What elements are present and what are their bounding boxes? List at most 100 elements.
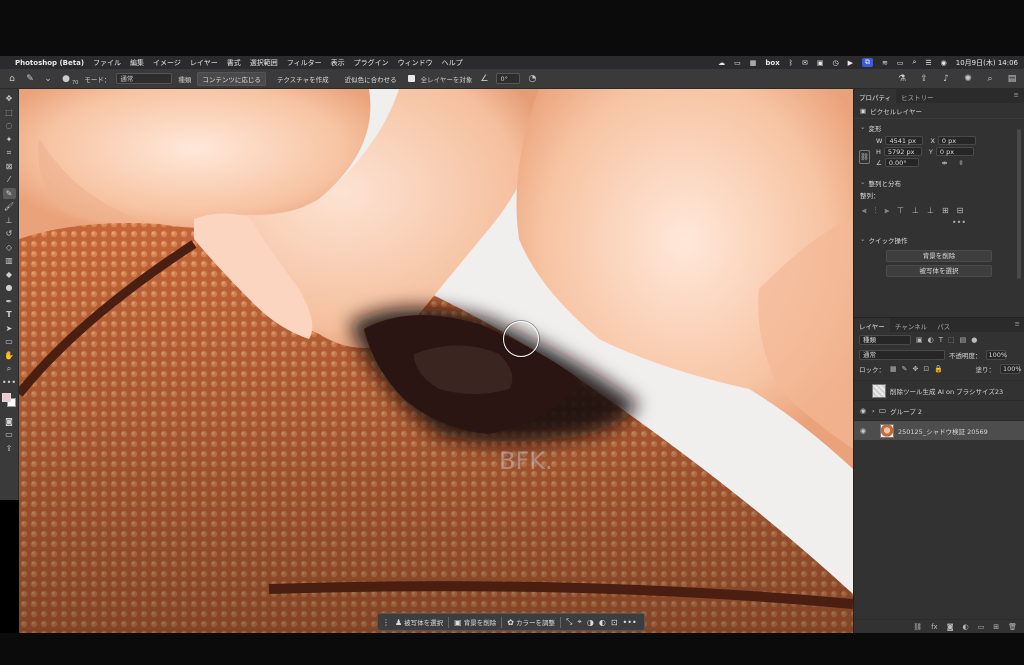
crop-tool-icon[interactable]: ⌗	[3, 147, 16, 158]
fx-icon[interactable]: fx	[931, 623, 938, 631]
flask-icon[interactable]: ⚗	[896, 73, 908, 85]
lock-transparency-icon[interactable]: ▦	[890, 365, 897, 373]
screen-mode-icon[interactable]: ▭	[3, 429, 16, 440]
content-aware-button[interactable]: コンテンツに応じる	[197, 71, 266, 86]
foreground-color-swatch[interactable]	[2, 393, 11, 402]
gradient-tool-icon[interactable]: ▥	[3, 255, 16, 266]
fill-field[interactable]: 100%	[1000, 364, 1022, 374]
chevron-right-icon[interactable]: ›	[872, 407, 875, 415]
align-center-h-icon[interactable]: ⫶	[875, 206, 877, 216]
document-canvas[interactable]: BFK.	[19, 89, 853, 633]
pressure-size-icon[interactable]: ◔	[526, 73, 538, 85]
chevron-down-icon[interactable]: ⌄	[42, 73, 54, 85]
workspace-icon[interactable]: ▤	[1006, 73, 1018, 85]
filter-adjust-icon[interactable]: ◐	[928, 336, 934, 344]
menu-edit[interactable]: 編集	[130, 58, 144, 68]
lock-artboard-icon[interactable]: ⊡	[923, 365, 929, 373]
quick-actions-section[interactable]: ⌄ クイック操作	[854, 231, 1024, 247]
sample-all-layers-checkbox[interactable]	[407, 75, 415, 82]
menu-layer[interactable]: レイヤー	[190, 58, 218, 68]
link-dimensions-icon[interactable]: ⛓	[859, 150, 870, 164]
screen-icon[interactable]: ▭	[734, 59, 741, 67]
type-tool-icon[interactable]: T	[3, 309, 16, 320]
eye-icon[interactable]: ◉	[858, 407, 868, 415]
layer-row[interactable]: 削除ツール生成 AI on ブラシサイズ23	[854, 380, 1024, 400]
creative-cloud-icon[interactable]: ☁	[718, 59, 725, 67]
pen-tool-icon[interactable]: ✒	[3, 296, 16, 307]
angle-field[interactable]: 0°	[496, 73, 521, 84]
lock-icon[interactable]: ⊡	[611, 618, 618, 627]
siri-icon[interactable]: ◉	[941, 59, 947, 67]
battery-icon[interactable]: ▭	[897, 59, 904, 67]
transform-icon[interactable]: ⤡	[566, 617, 572, 627]
panel-menu-icon[interactable]: ≡	[1009, 89, 1024, 103]
menu-help[interactable]: ヘルプ	[442, 58, 463, 68]
lock-all-icon[interactable]: 🔒	[934, 365, 943, 373]
adjustment-layer-icon[interactable]: ◐	[599, 618, 606, 627]
tab-paths[interactable]: パス	[932, 318, 955, 332]
path-selection-tool-icon[interactable]: ➤	[3, 323, 16, 334]
lock-position-icon[interactable]: ✥	[913, 365, 919, 373]
brush-preset-icon[interactable]: ●	[60, 73, 72, 85]
share-icon[interactable]: ⇪	[918, 73, 930, 85]
control-center-icon[interactable]: ☰	[925, 59, 931, 67]
distribute-icon[interactable]: ⊞	[942, 206, 949, 216]
lasso-tool-icon[interactable]: ◌	[3, 120, 16, 131]
search-icon[interactable]: ⌕	[984, 73, 996, 85]
color-adjust-button[interactable]: ✿ カラーを調整	[507, 617, 555, 628]
layer-row[interactable]: ◉ 250125_シャドウ検証 20569	[854, 420, 1024, 440]
mode-select[interactable]: 通常	[116, 73, 173, 84]
remove-background-button[interactable]: 背景を削除	[886, 250, 992, 262]
menu-select[interactable]: 選択範囲	[250, 58, 278, 68]
y-field[interactable]: 0 px	[935, 147, 974, 156]
filter-shape-icon[interactable]: ⬚	[948, 336, 955, 344]
tab-properties[interactable]: プロパティ	[854, 89, 897, 103]
spot-healing-tool-icon[interactable]: ✎	[2, 187, 16, 199]
remove-background-button[interactable]: ▣ 背景を削除	[454, 617, 496, 628]
drag-handle-icon[interactable]: ⋮	[382, 618, 390, 627]
align-section[interactable]: ⌄ 整列と分布	[854, 174, 1024, 190]
grid-icon[interactable]: ▦	[750, 59, 757, 67]
quick-mask-icon[interactable]: ◙	[3, 416, 16, 427]
warp-icon[interactable]: ⌖	[577, 617, 582, 627]
dodge-tool-icon[interactable]: ●	[3, 282, 16, 293]
flip-horizontal-icon[interactable]: ⇹	[942, 159, 947, 167]
eyedropper-tool-icon[interactable]: ⁄	[3, 174, 16, 185]
mail-icon[interactable]: ✉	[802, 59, 808, 67]
align-more[interactable]: •••	[854, 218, 1024, 227]
search-icon[interactable]: ⌕	[912, 58, 916, 67]
delete-layer-icon[interactable]: 🗑	[1008, 623, 1017, 631]
lock-pixels-icon[interactable]: ✎	[902, 365, 908, 373]
link-layers-icon[interactable]: ⛓	[913, 623, 922, 631]
align-top-icon[interactable]: ⊤	[897, 206, 904, 216]
bluetooth-icon[interactable]: ᛒ	[789, 59, 793, 67]
bell-icon[interactable]: ♪	[940, 73, 952, 85]
box-status-label[interactable]: box	[765, 59, 779, 67]
filter-toggle-icon[interactable]: ●	[971, 336, 977, 344]
eye-icon[interactable]: ◉	[858, 427, 868, 435]
create-texture-button[interactable]: テクスチャを作成	[271, 71, 334, 86]
panel-menu-icon[interactable]: ≡	[1010, 318, 1024, 332]
brush-tool-icon[interactable]: 🖌	[3, 201, 16, 212]
x-field[interactable]: 0 px	[937, 136, 976, 145]
filter-smart-icon[interactable]: ▤	[960, 336, 967, 344]
share-for-review-icon[interactable]: ⇪	[3, 443, 16, 454]
layer-kind-filter[interactable]: 種類	[859, 335, 911, 345]
more-icon[interactable]: •••	[623, 618, 637, 627]
menu-window[interactable]: ウィンドウ	[398, 58, 433, 68]
photo-icon[interactable]: ▣	[817, 59, 824, 67]
tab-layers[interactable]: レイヤー	[854, 318, 890, 332]
more-tools-icon[interactable]: •••	[2, 377, 16, 388]
stamp-tool-icon[interactable]: ⊥	[3, 215, 16, 226]
screen-mirror-icon[interactable]: ⧉	[861, 58, 873, 67]
marquee-tool-icon[interactable]: ⬚	[3, 107, 16, 118]
angle-field[interactable]: 0.00°	[884, 158, 919, 167]
hand-tool-icon[interactable]: ✋	[3, 350, 16, 361]
align-bottom-icon[interactable]: ⊥	[927, 206, 934, 216]
menu-type[interactable]: 書式	[227, 58, 241, 68]
width-field[interactable]: 4541 px	[885, 136, 924, 145]
menu-file[interactable]: ファイル	[93, 58, 121, 68]
home-icon[interactable]: ⌂	[6, 73, 18, 85]
align-middle-icon[interactable]: ⊥	[912, 206, 919, 216]
history-brush-tool-icon[interactable]: ↺	[3, 228, 16, 239]
